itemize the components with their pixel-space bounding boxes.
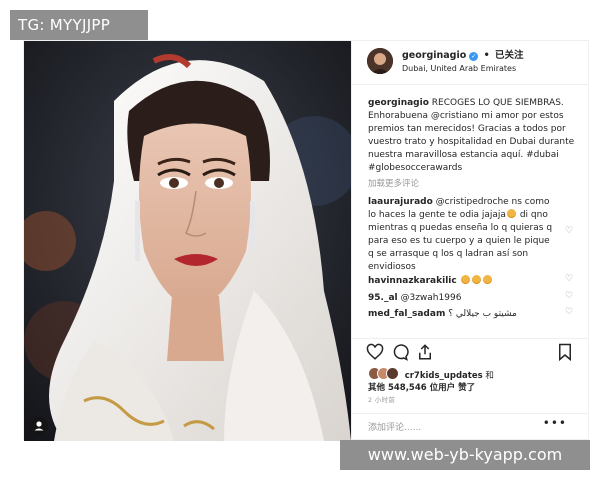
comment-like-heart-icon[interactable]: ♡	[565, 275, 574, 284]
comment-text: @3zwah1996	[400, 293, 462, 303]
avatar[interactable]	[367, 48, 393, 74]
watermark-bottom: www.web-yb-kyapp.com	[340, 440, 590, 470]
share-icon[interactable]	[416, 343, 434, 361]
separator-dot: •	[483, 50, 490, 61]
location-link[interactable]: Dubai, United Arab Emirates	[402, 62, 516, 75]
liker-avatar	[386, 367, 399, 380]
tag-people-icon[interactable]	[30, 417, 48, 435]
liker-username[interactable]: cr7kids_updates	[405, 371, 483, 381]
heart-icon[interactable]	[366, 343, 384, 361]
likes-count[interactable]: 其他 548,546 位用户 赞了	[368, 383, 475, 393]
caption: georginagio RECOGES LO QUE SIEMBRAS. Enh…	[368, 97, 578, 175]
laughing-emoji-icon	[506, 209, 516, 218]
comment-username[interactable]: 95._al	[368, 293, 398, 303]
comment-like-heart-icon[interactable]: ♡	[565, 292, 574, 301]
watermark-top: TG: MYYJJPP	[10, 10, 148, 40]
post-header: georginagio ✓ • 已关注 Dubai, United Arab Em…	[352, 41, 589, 85]
emoji-icon	[471, 275, 481, 284]
more-options-icon[interactable]: •••	[543, 417, 567, 430]
load-more-comments[interactable]: 加载更多评论	[368, 178, 419, 191]
caption-username[interactable]: georginagio	[368, 98, 429, 108]
emoji-icon	[482, 275, 492, 284]
post-photo[interactable]	[24, 41, 351, 441]
post-photo-illustration	[24, 41, 351, 441]
header-username-line: georginagio ✓ • 已关注	[402, 49, 524, 62]
avatar-image	[367, 48, 393, 74]
comment-text: مشيتو ب جيلالي ؟	[448, 309, 517, 319]
action-bar	[352, 338, 589, 362]
caption-text: RECOGES LO QUE SIEMBRAS. Enhorabuena @cr…	[368, 98, 575, 173]
user-glyph	[34, 421, 44, 431]
comment-username[interactable]: med_fal_sadam	[368, 309, 445, 319]
comment-icon[interactable]	[391, 343, 409, 361]
header-username[interactable]: georginagio	[402, 50, 466, 61]
post-timestamp[interactable]: 2 小时前	[368, 394, 395, 407]
likes-summary: cr7kids_updates 和 其他 548,546 位用户 赞了	[368, 367, 494, 394]
follow-button[interactable]: 已关注	[495, 50, 524, 61]
comment-like-heart-icon[interactable]: ♡	[565, 308, 574, 317]
comment-item: laaurajurado @cristipedroche ns como lo …	[368, 196, 558, 274]
emoji-icon	[460, 275, 470, 284]
comment-like-heart-icon[interactable]: ♡	[565, 227, 574, 236]
instagram-post: georginagio ✓ • 已关注 Dubai, United Arab Em…	[23, 40, 589, 441]
comment-item: med_fal_sadam مشيتو ب جيلالي ؟	[368, 308, 558, 321]
likes-and: 和	[485, 371, 494, 381]
bookmark-icon[interactable]	[556, 343, 574, 362]
add-comment-input[interactable]: 添加评论......	[368, 422, 421, 435]
comment-item: 95._al @3zwah1996	[368, 292, 558, 305]
comment-item: havinnazkarakilic	[368, 275, 558, 288]
comment-username[interactable]: havinnazkarakilic	[368, 276, 457, 286]
add-comment-bar: 添加评论...... •••	[352, 413, 589, 441]
post-sidebar: georginagio ✓ • 已关注 Dubai, United Arab Em…	[351, 41, 589, 441]
verified-badge-icon: ✓	[469, 52, 479, 61]
comment-username[interactable]: laaurajurado	[368, 197, 433, 207]
